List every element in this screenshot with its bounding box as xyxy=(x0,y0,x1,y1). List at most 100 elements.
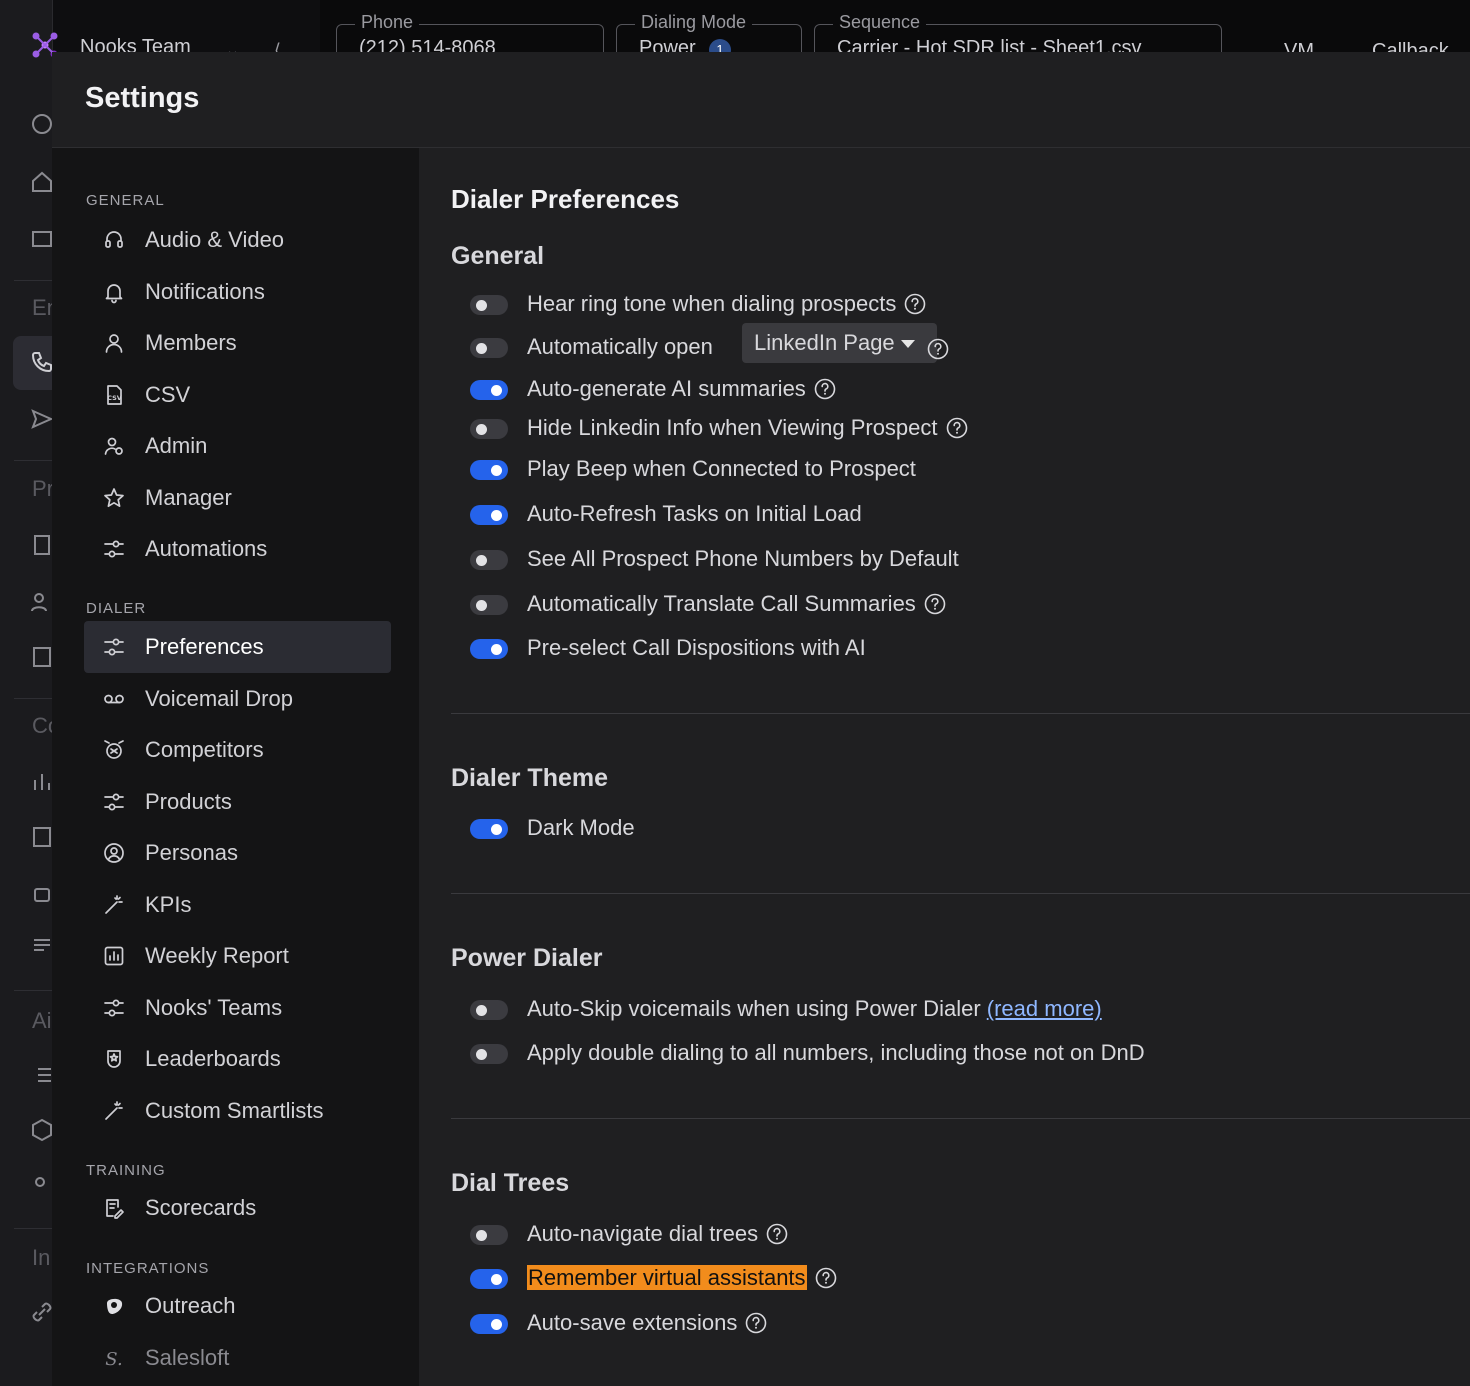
nav-item-custom-smartlists[interactable]: Custom Smartlists xyxy=(84,1085,391,1137)
setting-label: Hide Linkedin Info when Viewing Prospect xyxy=(527,415,938,440)
nav-item-automations[interactable]: Automations xyxy=(84,523,391,575)
nav-item-manager[interactable]: Manager xyxy=(84,472,391,524)
send-icon[interactable] xyxy=(30,407,54,431)
setting-text: Play Beep when Connected to Prospect xyxy=(527,456,916,482)
toggle-switch[interactable] xyxy=(470,338,508,358)
call-log-icon[interactable] xyxy=(30,825,54,849)
toggle-switch[interactable] xyxy=(470,1314,508,1334)
toggle-knob xyxy=(476,1049,487,1060)
nav-item-label: Admin xyxy=(145,433,208,458)
nav-item-audio-and-video[interactable]: Audio & Video xyxy=(84,214,391,266)
setting-row-auto-skip-voicemails-when-using-power-dialer: Auto-Skip voicemails when using Power Di… xyxy=(470,995,1450,1025)
persona-icon xyxy=(102,841,126,865)
notes-icon[interactable] xyxy=(30,935,54,959)
nav-item-personas[interactable]: Personas xyxy=(84,827,391,879)
help-circle-icon[interactable] xyxy=(745,1312,767,1334)
section-divider xyxy=(451,1118,1470,1119)
setting-row-play-beep-when-connected-to-prospect: Play Beep when Connected to Prospect xyxy=(470,455,1450,485)
nav-item-admin[interactable]: Admin xyxy=(84,420,391,472)
window-icon[interactable] xyxy=(30,227,54,251)
link-icon[interactable] xyxy=(30,1300,54,1324)
toggle-switch[interactable] xyxy=(470,1044,508,1064)
magic-wand-icon xyxy=(102,893,126,917)
nav-item-salesloft[interactable]: S. Salesloft xyxy=(84,1332,391,1384)
help-circle-icon[interactable] xyxy=(924,593,946,615)
setting-row-hide-linkedin-info-when-viewing-prospect: Hide Linkedin Info when Viewing Prospect xyxy=(470,414,1450,444)
nav-item-notifications[interactable]: Notifications xyxy=(84,266,391,318)
nav-item-voicemail-drop[interactable]: Voicemail Drop xyxy=(84,673,391,725)
nav-item-nooks-teams[interactable]: Nooks' Teams xyxy=(84,982,391,1034)
nav-item-label: Leaderboards xyxy=(145,1046,281,1071)
nav-item-label: Voicemail Drop xyxy=(145,685,293,711)
nav-item-outreach[interactable]: Outreach xyxy=(84,1280,391,1332)
nav-section-integrations: INTEGRATIONS xyxy=(86,1260,210,1277)
toggle-switch[interactable] xyxy=(470,419,508,439)
help-circle-icon[interactable] xyxy=(946,417,968,439)
help-circle-icon[interactable] xyxy=(815,1267,837,1289)
toggle-switch[interactable] xyxy=(470,819,508,839)
dropdown-value: LinkedIn Page xyxy=(754,330,895,355)
nav-item-members[interactable]: Members xyxy=(84,317,391,369)
nav-item-kpis[interactable]: KPIs xyxy=(84,879,391,931)
toggle-knob xyxy=(476,300,487,311)
setting-text: See All Prospect Phone Numbers by Defaul… xyxy=(527,546,959,572)
nav-item-preferences[interactable]: Preferences xyxy=(84,621,391,673)
phone-icon[interactable] xyxy=(30,350,54,374)
phone-select-label: Phone xyxy=(355,12,420,33)
rail-divider xyxy=(14,698,52,699)
auto-open-target-select[interactable]: LinkedIn Page xyxy=(742,323,937,363)
section-title-dialer-theme: Dialer Theme xyxy=(451,764,609,792)
nav-item-csv[interactable]: CSV CSV xyxy=(84,369,391,421)
users-icon[interactable] xyxy=(30,590,54,614)
search-icon[interactable] xyxy=(30,112,54,136)
toggle-switch[interactable] xyxy=(470,595,508,615)
toggle-switch[interactable] xyxy=(470,380,508,400)
rail-section-letter: In xyxy=(32,1245,51,1270)
setting-label: Apply double dialing to all numbers, inc… xyxy=(527,1040,1145,1065)
nav-item-label: Personas xyxy=(145,840,238,865)
bar-chart-icon[interactable] xyxy=(30,770,54,794)
setting-text: Hide Linkedin Info when Viewing Prospect xyxy=(527,415,968,441)
box-icon[interactable] xyxy=(30,1118,54,1142)
setting-label: Auto-generate AI summaries xyxy=(527,376,806,401)
nav-item-competitors[interactable]: Competitors xyxy=(84,724,391,776)
toggle-knob xyxy=(491,1319,502,1330)
contacts-icon[interactable] xyxy=(30,645,54,669)
toggle-switch[interactable] xyxy=(470,505,508,525)
nav-item-leaderboards[interactable]: Leaderboards xyxy=(84,1033,391,1085)
list-icon[interactable] xyxy=(30,1063,54,1087)
section-title-power-dialer: Power Dialer xyxy=(451,944,603,972)
nav-item-scorecards[interactable]: Scorecards xyxy=(84,1182,391,1234)
toggle-switch[interactable] xyxy=(470,1269,508,1289)
nav-item-label: Custom Smartlists xyxy=(145,1097,324,1123)
setting-row-see-all-prospect-phone-numbers-by-default: See All Prospect Phone Numbers by Defaul… xyxy=(470,545,1450,575)
toggle-switch[interactable] xyxy=(470,295,508,315)
home-icon[interactable] xyxy=(30,170,54,194)
toggle-switch[interactable] xyxy=(470,550,508,570)
setting-label: Dark Mode xyxy=(527,815,635,840)
setting-row-apply-double-dialing-to-all-numbers-including-those-not-on-dnd: Apply double dialing to all numbers, inc… xyxy=(470,1039,1450,1069)
toggle-switch[interactable] xyxy=(470,460,508,480)
setting-label: Auto-save extensions xyxy=(527,1310,738,1335)
toggle-switch[interactable] xyxy=(470,1225,508,1245)
user-settings-icon[interactable] xyxy=(30,1174,54,1198)
nav-item-weekly-report[interactable]: Weekly Report xyxy=(84,930,391,982)
voicemail-icon xyxy=(102,687,126,711)
toggle-knob xyxy=(491,644,502,655)
rail-section-letter: Pr xyxy=(32,476,54,501)
app-sidebar-rail: En Pr Co Ai In xyxy=(0,0,63,1386)
help-circle-icon[interactable] xyxy=(814,378,836,400)
help-circle-icon[interactable] xyxy=(904,293,926,315)
robot-icon[interactable] xyxy=(30,882,54,906)
building-icon[interactable] xyxy=(30,533,54,557)
nav-item-products[interactable]: Products xyxy=(84,776,391,828)
bell-icon xyxy=(102,280,126,304)
setting-label: Hear ring tone when dialing prospects xyxy=(527,291,897,316)
help-circle-icon[interactable] xyxy=(766,1223,788,1245)
toggle-switch[interactable] xyxy=(470,639,508,659)
sliders-icon xyxy=(102,537,126,561)
user-icon xyxy=(102,331,126,355)
toggle-switch[interactable] xyxy=(470,1000,508,1020)
read-more-link[interactable]: (read more) xyxy=(987,996,1102,1021)
help-circle-icon[interactable] xyxy=(927,338,949,360)
